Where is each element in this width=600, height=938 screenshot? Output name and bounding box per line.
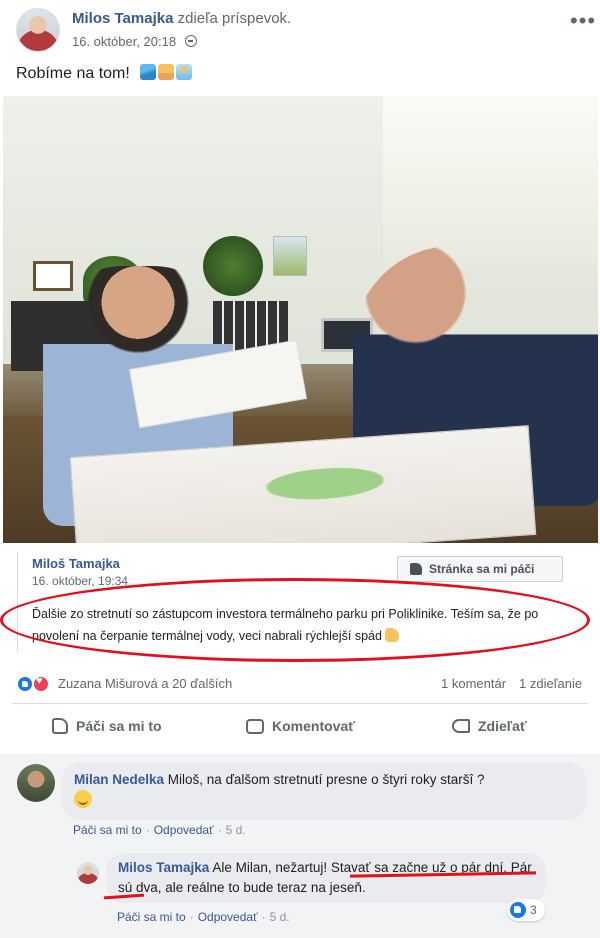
comment-button[interactable]: Komentovať [246,718,355,734]
reply-author-avatar[interactable] [77,862,99,884]
photo-poster [273,236,307,276]
author-line: Milos Tamajka zdieľa príspevok. [72,10,291,27]
reply-reaction-count: 3 [530,903,537,917]
like-page-button[interactable]: Stránka sa mi páči [397,556,563,582]
reaction-names-link[interactable]: Zuzana Mišurová a 20 ďalších [58,676,232,691]
comment-text: Miloš, na ďalšom stretnutí presne o štyr… [167,772,485,787]
photo-window [383,96,598,266]
post-text-content: Robíme na tom! [16,65,130,82]
reply-actions: Páči sa mi to · Odpovedať · 5 d. [117,910,290,924]
comment-bubble: Milan Nedelka Miloš, na ďalšom stretnutí… [62,762,586,820]
photo-picture-frame [33,261,73,291]
reply-bubble: Milos Tamajka Ale Milan, nežartuj! Stava… [106,853,546,903]
reply-text-part1: Ale Milan, nežartuj! [212,860,331,875]
globe-icon[interactable] [184,35,197,47]
photo-plant [203,236,263,296]
wave-emoji-icon [140,64,157,80]
comment-icon [246,718,264,734]
author-avatar[interactable] [16,8,60,52]
reply-reply-link[interactable]: Odpovedať [198,910,258,924]
divider [12,703,588,704]
comment-button-label: Komentovať [272,718,355,734]
shared-card-border [17,552,18,652]
post-meta: 16. október, 20:18 [72,34,197,49]
smile-emoji-icon [74,790,92,808]
emoji-strip [140,64,193,80]
post-photo[interactable] [3,96,598,543]
red-annotation-ellipse [0,578,590,662]
shares-count-link[interactable]: 1 zdieľanie [519,676,582,691]
swim-emoji-icon [176,64,193,80]
author-name-link[interactable]: Milos Tamajka [72,10,173,27]
post-text: Robíme na tom! [16,64,193,83]
like-button-label: Páči sa mi to [76,718,162,734]
shared-author-link[interactable]: Miloš Tamajka [32,556,120,571]
comment-time[interactable]: 5 d. [226,823,246,837]
post-action-text: zdieľa príspevok. [177,10,292,27]
share-icon [452,719,470,733]
reply-like-link[interactable]: Páči sa mi to [117,910,186,924]
comment-actions: Páči sa mi to · Odpovedať · 5 d. [73,823,246,837]
like-reaction-icon [510,902,526,918]
beach-emoji-icon [158,64,175,80]
reply-author-name-link[interactable]: Milos Tamajka [118,860,209,875]
thumbs-up-icon [410,563,422,575]
reply-reaction-badge[interactable]: 3 [507,899,545,921]
share-button[interactable]: Zdieľať [452,718,527,734]
comment-like-link[interactable]: Páči sa mi to [73,823,142,837]
thumbs-up-icon [52,718,68,734]
reaction-icons[interactable] [16,675,56,693]
commenter-avatar[interactable] [17,764,55,802]
reactions-bar: Zuzana Mišurová a 20 ďalších 1 komentár … [16,673,586,695]
comment-reply-link[interactable]: Odpovedať [154,823,214,837]
post-header: Milos Tamajka zdieľa príspevok. 16. októ… [0,0,600,60]
like-page-label: Stránka sa mi páči [429,562,535,576]
reply-time[interactable]: 5 d. [270,910,290,924]
like-button[interactable]: Páči sa mi to [52,718,162,734]
comments-count-link[interactable]: 1 komentár [441,676,506,691]
love-reaction-icon [32,675,50,693]
commenter-name-link[interactable]: Milan Nedelka [74,772,164,787]
more-options-icon[interactable]: ••• [570,8,596,34]
action-bar: Páči sa mi to Komentovať Zdieľať [0,706,600,752]
post-timestamp[interactable]: 16. október, 20:18 [72,34,176,49]
share-button-label: Zdieľať [478,718,527,734]
